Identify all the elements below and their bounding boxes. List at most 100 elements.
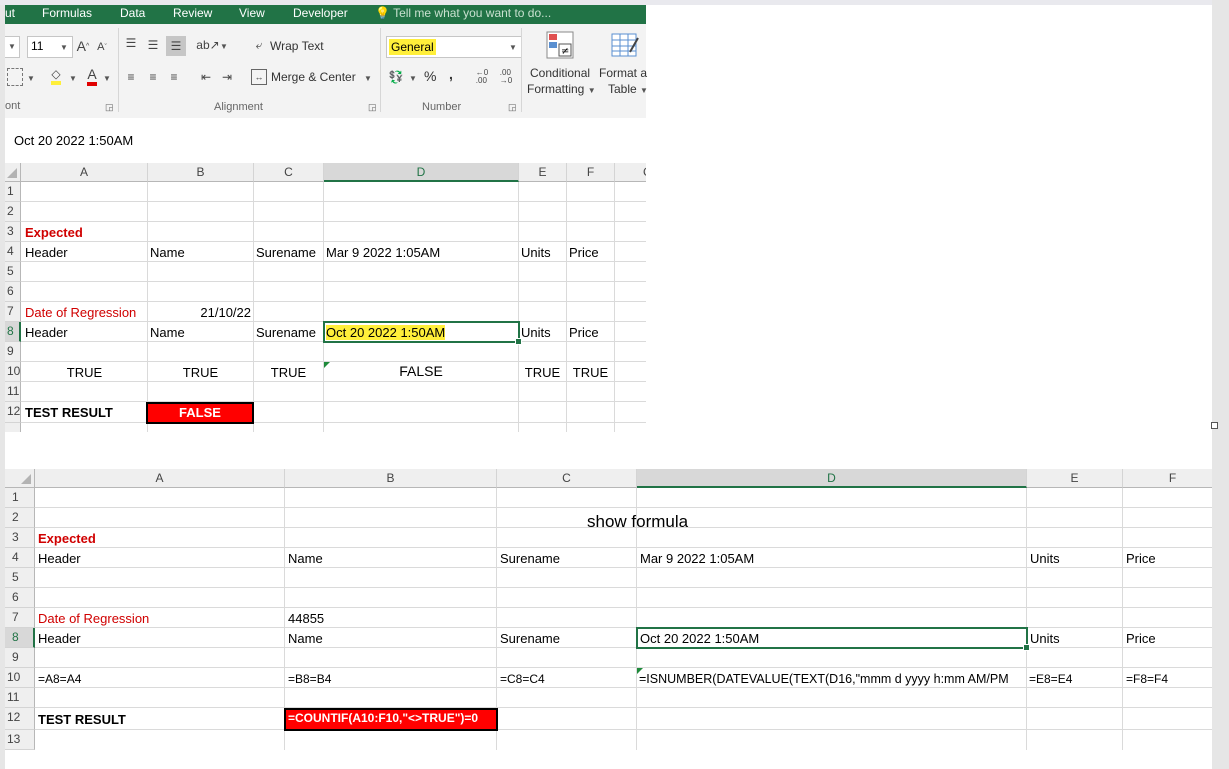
row-header-12[interactable]: 12	[5, 402, 21, 423]
cell-b8[interactable]: Name	[150, 323, 250, 343]
row-header-8[interactable]: 8	[5, 322, 21, 342]
cell-e8[interactable]: Units	[521, 323, 565, 343]
cell-c10[interactable]: TRUE	[254, 363, 323, 383]
row-header-1[interactable]: 1	[5, 182, 21, 202]
cell-a3[interactable]: Expected	[25, 223, 145, 243]
row-header-11[interactable]: 11	[5, 688, 35, 708]
cell-a12[interactable]: TEST RESULT	[25, 403, 145, 423]
column-header-f[interactable]: F	[1123, 469, 1212, 488]
cell-a10[interactable]: =A8=A4	[38, 669, 278, 689]
row-header-7[interactable]: 7	[5, 302, 21, 322]
conditional-formatting-icon[interactable]: ≠	[545, 30, 575, 60]
accounting-format-icon[interactable]: 💱	[387, 68, 405, 86]
row-header-9[interactable]: 9	[5, 648, 35, 668]
wrap-text-icon[interactable]: ⤶	[251, 37, 267, 53]
conditional-formatting-label-1[interactable]: Conditional	[530, 66, 590, 80]
spreadsheet-values-view[interactable]: A B C D E F G 1 2 3 4 5 6 7 8 9 10 11 12…	[5, 163, 646, 432]
row-header-3[interactable]: 3	[5, 528, 35, 548]
cell-a12[interactable]: TEST RESULT	[38, 710, 278, 730]
cell-e4[interactable]: Units	[521, 243, 565, 263]
cell-c4[interactable]: Surename	[256, 243, 324, 263]
cell-a8[interactable]: Header	[38, 629, 278, 649]
cell-e8[interactable]: Units	[1030, 629, 1120, 649]
cell-a10[interactable]: TRUE	[22, 363, 147, 383]
chevron-down-icon[interactable]: ▼	[27, 74, 35, 83]
row-header-1[interactable]: 1	[5, 488, 35, 508]
tab-developer[interactable]: Developer	[293, 6, 348, 20]
number-format-dropdown[interactable]: General ▼	[386, 36, 522, 58]
cell-c2-show-formula[interactable]: show formula	[587, 509, 787, 535]
cell-b4[interactable]: Name	[288, 549, 493, 569]
fill-color-icon[interactable]: ◇	[47, 66, 65, 86]
formula-bar[interactable]: Oct 20 2022 1:50AM	[5, 118, 646, 164]
chevron-down-icon[interactable]: ▼	[364, 74, 372, 83]
row-header-5[interactable]: 5	[5, 262, 21, 282]
column-header-e[interactable]: E	[519, 163, 567, 182]
cell-f8[interactable]: Price	[1126, 629, 1212, 649]
chevron-down-icon[interactable]: ▼	[409, 74, 417, 83]
cell-f10[interactable]: TRUE	[567, 363, 614, 383]
column-header-d[interactable]: D	[324, 163, 519, 182]
row-header-4[interactable]: 4	[5, 548, 35, 568]
row-header-3[interactable]: 3	[5, 222, 21, 242]
cell-f4[interactable]: Price	[1126, 549, 1212, 569]
column-header-a[interactable]: A	[21, 163, 148, 182]
row-header-9[interactable]: 9	[5, 342, 21, 362]
decrease-indent-icon[interactable]: ⇤	[198, 68, 214, 86]
chevron-down-icon[interactable]: ▼	[69, 74, 77, 83]
row-header-6[interactable]: 6	[5, 588, 35, 608]
tab-review[interactable]: Review	[173, 6, 212, 20]
cell-a7[interactable]: Date of Regression	[38, 609, 278, 629]
tab-data[interactable]: Data	[120, 6, 145, 20]
spreadsheet-formula-view[interactable]: A B C D E F 1 2 3 4 5 6 7 8 9 10 11 12 1…	[5, 469, 1212, 750]
column-header-b[interactable]: B	[148, 163, 254, 182]
row-header-13[interactable]: 13	[5, 730, 35, 750]
dialog-launcher-icon[interactable]: ◲	[508, 102, 517, 113]
wrap-text-button[interactable]: Wrap Text	[270, 39, 324, 53]
cell-c8[interactable]: Surename	[256, 323, 324, 343]
row-header-13[interactable]	[5, 423, 21, 432]
tab-view[interactable]: View	[239, 6, 265, 20]
row-header-5[interactable]: 5	[5, 568, 35, 588]
cell-b12-test-result-formula[interactable]: =COUNTIF(A10:F10,"<>TRUE")=0	[284, 708, 498, 731]
cell-c8[interactable]: Surename	[500, 629, 634, 649]
cell-c4[interactable]: Surename	[500, 549, 634, 569]
cell-e10[interactable]: =E8=E4	[1029, 669, 1121, 689]
font-size-dropdown[interactable]: 11 ▼	[27, 36, 73, 58]
align-right-icon[interactable]: ≡	[166, 68, 182, 86]
resize-handle[interactable]	[1211, 422, 1218, 429]
row-header-12[interactable]: 12	[5, 708, 35, 730]
cell-e4[interactable]: Units	[1030, 549, 1120, 569]
row-header-2[interactable]: 2	[5, 508, 35, 528]
cell-a8[interactable]: Header	[25, 323, 145, 343]
cell-a4[interactable]: Header	[38, 549, 278, 569]
align-center-icon[interactable]: ≡	[145, 68, 161, 86]
align-bottom-icon[interactable]: ☰	[166, 36, 186, 56]
cell-b12-test-result[interactable]: FALSE	[146, 402, 254, 424]
align-middle-icon[interactable]: ☰	[145, 36, 161, 54]
cell-b7[interactable]: 21/10/22	[150, 303, 251, 323]
row-header-10[interactable]: 10	[5, 668, 35, 688]
cell-e10[interactable]: TRUE	[519, 363, 566, 383]
column-header-c[interactable]: C	[254, 163, 324, 182]
cell-d10[interactable]: =ISNUMBER(DATEVALUE(TEXT(D16,"mmm d yyyy…	[639, 669, 1027, 689]
font-color-icon[interactable]: A	[83, 66, 101, 86]
increase-decimal-icon[interactable]: ←0.00	[471, 68, 493, 86]
conditional-formatting-label-2[interactable]: Formatting ▼	[527, 82, 596, 96]
column-header-b[interactable]: B	[285, 469, 497, 488]
row-header-11[interactable]: 11	[5, 382, 21, 402]
align-top-icon[interactable]: ☰	[123, 34, 139, 52]
cell-a7[interactable]: Date of Regression	[25, 303, 150, 323]
column-header-g[interactable]: G	[615, 163, 646, 182]
align-left-icon[interactable]: ≡	[123, 68, 139, 86]
column-header-f[interactable]: F	[567, 163, 615, 182]
cell-d4[interactable]: Mar 9 2022 1:05AM	[640, 549, 1024, 569]
cell-b10[interactable]: =B8=B4	[288, 669, 493, 689]
cell-d4[interactable]: Mar 9 2022 1:05AM	[326, 243, 516, 263]
tab-layout-partial[interactable]: ut	[5, 6, 15, 20]
cell-b4[interactable]: Name	[150, 243, 250, 263]
format-as-table-label-2[interactable]: Table ▼	[608, 82, 648, 96]
cell-a3[interactable]: Expected	[38, 529, 278, 549]
format-as-table-icon[interactable]	[610, 30, 640, 60]
row-header-2[interactable]: 2	[5, 202, 21, 222]
